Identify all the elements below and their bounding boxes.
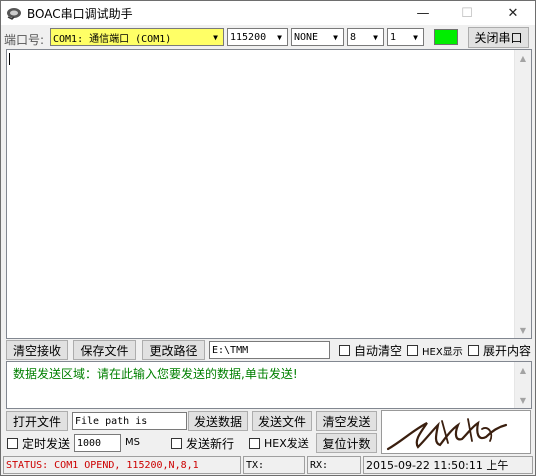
datetime-display: 2015-09-22 11:50:11 上午 [363, 456, 533, 474]
stopbits-select[interactable]: 1 ▼ [387, 28, 424, 46]
chevron-down-icon: ▼ [213, 32, 218, 42]
checkbox-box [339, 344, 350, 356]
status-bar: STATUS: COM1 OPEND, 115200,N,8,1 TX: RX:… [3, 456, 533, 474]
close-icon: ✕ [507, 5, 519, 21]
checkbox-box [7, 437, 18, 449]
minimize-icon: — [416, 5, 430, 21]
app-window: BOAC串口调试助手 — ☐ ✕ 端口号: COM1: 通信端口 (COM1) … [0, 0, 536, 476]
file-path-input[interactable]: File path is [72, 412, 187, 430]
interval-unit-label: MS [125, 437, 140, 448]
chevron-down-icon: ▼ [333, 32, 338, 42]
databits-select-value: 8 [350, 31, 357, 43]
rx-counter: RX: [307, 456, 361, 474]
port-select[interactable]: COM1: 通信端口 (COM1) ▼ [50, 28, 224, 46]
text-cursor [9, 53, 10, 65]
scroll-down-icon[interactable]: ▼ [515, 322, 531, 338]
maximize-icon: ☐ [461, 5, 473, 21]
send-newline-checkbox[interactable]: 发送新行 [171, 434, 234, 452]
chevron-down-icon: ▼ [373, 32, 378, 42]
status-text: STATUS: COM1 OPEND, 115200,N,8,1 [3, 456, 241, 474]
tx-counter: TX: [243, 456, 305, 474]
hex-send-checkbox[interactable]: HEX发送 [249, 434, 309, 452]
hex-display-checkbox[interactable]: HEX显示 [407, 341, 463, 359]
chevron-down-icon: ▼ [277, 32, 282, 42]
send-textarea[interactable]: 数据发送区域：请在此输入您要发送的数据,单击发送! ▲ ▼ [6, 361, 532, 409]
interval-value: 1000 [77, 437, 102, 449]
auto-clear-label: 自动清空 [354, 343, 403, 358]
parity-select[interactable]: NONE ▼ [291, 28, 344, 46]
send-hint-text: 数据发送区域：请在此输入您要发送的数据,单击发送! [13, 367, 298, 381]
app-icon [6, 5, 22, 21]
close-port-button[interactable]: 关闭串口 [468, 27, 529, 48]
reset-count-button[interactable]: 复位计数 [316, 433, 377, 453]
interval-input[interactable]: 1000 [74, 434, 121, 452]
port-status-indicator [434, 29, 458, 45]
expand-content-checkbox[interactable]: 展开内容 [468, 341, 531, 359]
signature-image [381, 410, 531, 454]
auto-clear-checkbox[interactable]: 自动清空 [339, 341, 402, 359]
hex-send-label: HEX发送 [264, 437, 309, 450]
checkbox-box [468, 344, 479, 356]
rx-label: RX: [310, 459, 329, 471]
expand-content-label: 展开内容 [483, 343, 532, 358]
baud-select-value: 115200 [230, 31, 267, 43]
timed-send-checkbox[interactable]: 定时发送 [7, 434, 70, 452]
file-path-value: File path is [75, 415, 148, 427]
chevron-down-icon: ▼ [413, 32, 418, 42]
stopbits-select-value: 1 [390, 31, 397, 43]
clear-send-button[interactable]: 清空发送 [316, 411, 377, 431]
save-path-value: E:\TMM [212, 344, 249, 356]
window-title: BOAC串口调试助手 [27, 7, 133, 21]
timed-send-label: 定时发送 [22, 436, 71, 451]
hex-display-label: HEX显示 [422, 346, 463, 358]
clear-send-label: 清空发送 [322, 414, 371, 429]
reset-count-label: 复位计数 [322, 436, 371, 451]
status-text-value: STATUS: COM1 OPEND, 115200,N,8,1 [6, 459, 199, 471]
receive-textarea[interactable]: ▲ ▼ [6, 49, 532, 339]
checkbox-box [407, 344, 418, 356]
port-label: 端口号: [4, 33, 45, 47]
change-path-button[interactable]: 更改路径 [142, 340, 205, 360]
change-path-label: 更改路径 [149, 343, 198, 358]
close-window-button[interactable]: ✕ [491, 1, 535, 25]
send-file-label: 发送文件 [257, 414, 306, 429]
save-file-label: 保存文件 [80, 343, 129, 358]
scroll-up-icon[interactable]: ▲ [515, 362, 531, 378]
save-path-input[interactable]: E:\TMM [209, 341, 330, 359]
port-select-value: COM1: 通信端口 (COM1) [53, 33, 172, 45]
send-data-label: 发送数据 [193, 414, 242, 429]
scroll-up-icon[interactable]: ▲ [515, 50, 531, 66]
databits-select[interactable]: 8 ▼ [347, 28, 384, 46]
checkbox-box [249, 437, 260, 449]
minimize-button[interactable]: — [401, 1, 445, 25]
baud-select[interactable]: 115200 ▼ [227, 28, 288, 46]
send-data-button[interactable]: 发送数据 [188, 411, 248, 431]
parity-select-value: NONE [294, 31, 319, 43]
clear-receive-button[interactable]: 清空接收 [6, 340, 68, 360]
datetime-value: 2015-09-22 11:50:11 上午 [366, 459, 509, 472]
receive-scrollbar[interactable]: ▲ ▼ [514, 50, 531, 338]
maximize-button[interactable]: ☐ [445, 1, 489, 25]
tx-label: TX: [246, 459, 265, 471]
send-scrollbar[interactable]: ▲ ▼ [514, 362, 531, 408]
send-newline-label: 发送新行 [186, 436, 235, 451]
open-file-button[interactable]: 打开文件 [6, 411, 68, 431]
scroll-down-icon[interactable]: ▼ [515, 392, 531, 408]
send-file-button[interactable]: 发送文件 [252, 411, 312, 431]
checkbox-box [171, 437, 182, 449]
save-file-button[interactable]: 保存文件 [73, 340, 136, 360]
clear-receive-label: 清空接收 [12, 343, 61, 358]
close-port-label: 关闭串口 [474, 31, 523, 45]
open-file-label: 打开文件 [12, 414, 61, 429]
title-bar: BOAC串口调试助手 — ☐ ✕ [1, 1, 535, 25]
